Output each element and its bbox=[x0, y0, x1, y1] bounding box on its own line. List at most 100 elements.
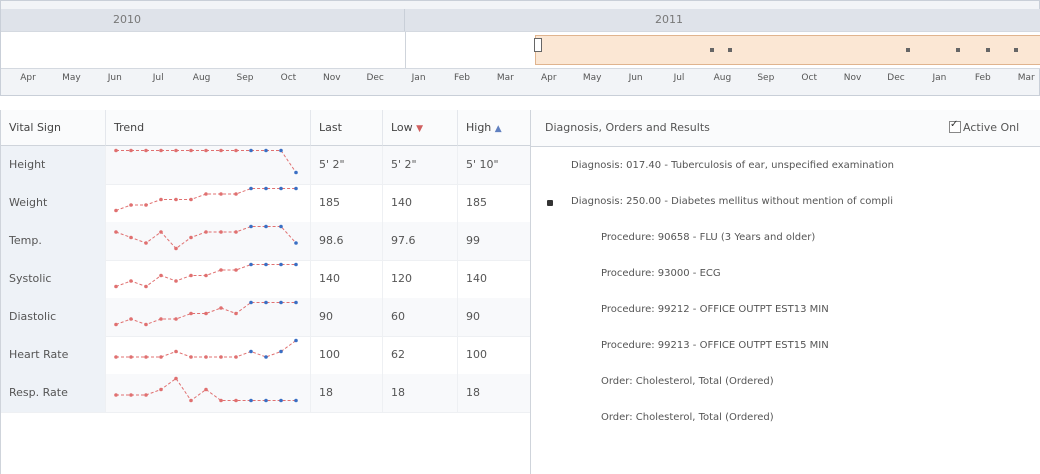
vital-last-value: 140 bbox=[311, 260, 383, 298]
vital-low-value: 18 bbox=[383, 374, 458, 412]
month-label: Jan bbox=[932, 73, 947, 83]
trend-point bbox=[144, 355, 148, 359]
trend-point bbox=[264, 224, 268, 229]
expand-bullet-icon[interactable] bbox=[547, 200, 553, 206]
sort-up-icon[interactable]: ▲ bbox=[495, 124, 502, 134]
month-label: Jun bbox=[107, 73, 122, 83]
col-header-low[interactable]: Low ▼ bbox=[383, 110, 458, 146]
trend-point bbox=[279, 300, 283, 305]
trend-point bbox=[264, 262, 268, 267]
month-label: Jan bbox=[411, 73, 426, 83]
month-label: Mar bbox=[496, 73, 514, 83]
trend-point bbox=[219, 398, 223, 403]
trend-point bbox=[129, 148, 133, 153]
vital-high-value: 99 bbox=[458, 222, 531, 260]
vital-trend-sparkline bbox=[106, 298, 311, 336]
diagnosis-item[interactable]: Diagnosis: 250.00 - Diabetes mellitus wi… bbox=[571, 196, 893, 207]
vital-low-value: 140 bbox=[383, 184, 458, 222]
high-header-label: High bbox=[466, 121, 492, 134]
vital-last-value: 18 bbox=[311, 374, 383, 412]
col-header-trend[interactable]: Trend bbox=[106, 110, 311, 146]
vital-row[interactable]: Systolic 140 120 140 bbox=[1, 260, 531, 299]
trend-point bbox=[294, 241, 298, 245]
trend-point bbox=[204, 311, 208, 316]
vitals-table: Vital Sign Trend Last Low ▼ High ▲ Heigh… bbox=[0, 110, 531, 474]
trend-point bbox=[174, 317, 178, 321]
trend-point bbox=[159, 148, 163, 153]
trend-line bbox=[116, 340, 297, 358]
month-label: Jun bbox=[628, 73, 643, 83]
col-header-vital-sign[interactable]: Vital Sign bbox=[1, 110, 106, 146]
col-header-high[interactable]: High ▲ bbox=[458, 110, 531, 146]
timeline-panel: 2010 2011 Apr May Jun Jul Aug Sep Oct Nov Dec Jan… bbox=[0, 0, 1040, 96]
trend-point bbox=[144, 148, 148, 153]
trend-point bbox=[279, 186, 283, 191]
vital-trend-sparkline bbox=[106, 336, 311, 374]
trend-point bbox=[189, 355, 193, 359]
vital-name: Systolic bbox=[1, 260, 106, 298]
year-2011-bar: 2011 bbox=[405, 9, 1040, 31]
vital-row[interactable]: Temp. 98.6 97.6 99 bbox=[1, 222, 531, 261]
month-label: May bbox=[582, 73, 602, 83]
vital-high-value: 18 bbox=[458, 374, 531, 412]
procedure-item[interactable]: Procedure: 99213 - OFFICE OUTPT EST15 MI… bbox=[601, 340, 829, 351]
procedure-item[interactable]: Procedure: 90658 - FLU (3 Years and olde… bbox=[601, 232, 815, 243]
trend-point bbox=[144, 284, 148, 289]
event-marker[interactable] bbox=[906, 48, 910, 52]
active-only-checkbox[interactable] bbox=[949, 119, 961, 133]
col-header-last[interactable]: Last bbox=[311, 110, 383, 146]
vital-row[interactable]: Resp. Rate 18 18 18 bbox=[1, 374, 531, 413]
procedure-item[interactable]: Procedure: 99212 - OFFICE OUTPT EST13 MI… bbox=[601, 304, 829, 315]
event-marker[interactable] bbox=[956, 48, 960, 52]
order-item[interactable]: Order: Cholesterol, Total (Ordered) bbox=[601, 412, 774, 423]
sort-down-icon[interactable]: ▼ bbox=[416, 124, 423, 134]
vital-name: Resp. Rate bbox=[1, 374, 106, 412]
timeline-range-selection[interactable] bbox=[534, 35, 1040, 65]
event-marker[interactable] bbox=[1014, 48, 1018, 52]
trend-point bbox=[279, 262, 283, 267]
trend-point bbox=[174, 279, 178, 283]
trend-point bbox=[234, 230, 238, 234]
vital-trend-sparkline bbox=[106, 374, 311, 412]
trend-point bbox=[114, 322, 118, 327]
vital-trend-sparkline bbox=[106, 146, 311, 184]
month-label: Jul bbox=[152, 73, 164, 83]
vital-high-value: 185 bbox=[458, 184, 531, 222]
month-label: Nov bbox=[323, 73, 341, 83]
trend-point bbox=[264, 186, 268, 191]
event-marker[interactable] bbox=[728, 48, 732, 52]
vital-row[interactable]: Height 5' 2" 5' 2" 5' 10" bbox=[1, 146, 531, 185]
trend-point bbox=[129, 235, 133, 240]
trend-point bbox=[249, 300, 253, 305]
trend-point bbox=[204, 387, 208, 392]
event-marker[interactable] bbox=[710, 48, 714, 52]
diagnosis-item[interactable]: Diagnosis: 017.40 - Tuberculosis of ear,… bbox=[571, 160, 894, 171]
sparkline bbox=[114, 338, 298, 359]
vital-row[interactable]: Weight 185 140 185 bbox=[1, 184, 531, 223]
timeline-track[interactable] bbox=[1, 31, 1040, 69]
event-marker[interactable] bbox=[986, 48, 990, 52]
trend-point bbox=[219, 306, 223, 310]
vital-row[interactable]: Diastolic 90 60 90 bbox=[1, 298, 531, 337]
trend-point bbox=[159, 387, 163, 392]
procedure-item[interactable]: Procedure: 93000 - ECG bbox=[601, 268, 721, 279]
diagnosis-panel-header: Diagnosis, Orders and Results Active Onl bbox=[531, 110, 1040, 147]
vital-last-value: 100 bbox=[311, 336, 383, 374]
trend-point bbox=[189, 273, 193, 278]
month-label: Sep bbox=[236, 73, 254, 83]
trend-point bbox=[114, 284, 118, 289]
month-label: May bbox=[62, 73, 81, 83]
order-item[interactable]: Order: Cholesterol, Total (Ordered) bbox=[601, 376, 774, 387]
vital-name: Temp. bbox=[1, 222, 106, 260]
sparkline bbox=[114, 186, 298, 213]
trend-point bbox=[279, 148, 283, 153]
vital-row[interactable]: Heart Rate 100 62 100 bbox=[1, 336, 531, 375]
month-label: Feb bbox=[974, 73, 991, 83]
trend-point bbox=[114, 230, 118, 234]
range-handle[interactable] bbox=[534, 38, 542, 52]
month-label: Sep bbox=[757, 73, 775, 83]
vital-name: Diastolic bbox=[1, 298, 106, 336]
month-label: Apr bbox=[541, 73, 557, 83]
trend-point bbox=[159, 317, 163, 321]
sparkline bbox=[114, 148, 298, 175]
